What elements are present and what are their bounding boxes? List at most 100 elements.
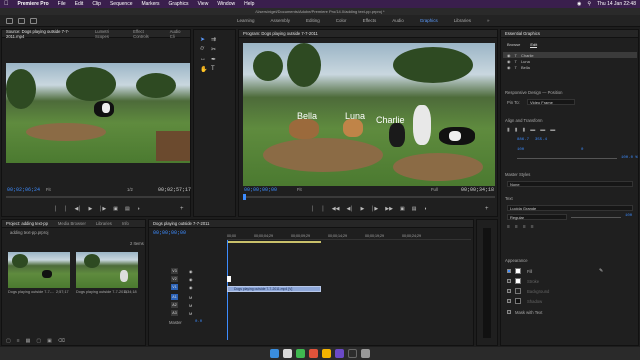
source-timecode-in[interactable]: 00;02;06;24 bbox=[7, 187, 40, 193]
tab-sequence[interactable]: Dogs playing outside 7-7-2011 bbox=[153, 221, 210, 226]
trash-icon[interactable]: ⌫ bbox=[58, 338, 65, 344]
fill-swatch[interactable] bbox=[515, 268, 521, 274]
mark-out-icon[interactable]: │ bbox=[64, 206, 67, 212]
program-timecode-in[interactable]: 00;00;00;00 bbox=[244, 187, 277, 193]
add-button-icon[interactable]: + bbox=[485, 206, 489, 212]
tab-effect-controls[interactable]: Effect Controls bbox=[133, 29, 160, 39]
workspace-learning[interactable]: Learning bbox=[237, 18, 255, 23]
menu-clip[interactable]: Clip bbox=[92, 1, 101, 7]
export-icon[interactable] bbox=[30, 17, 37, 24]
eye-icon[interactable]: ◉ bbox=[189, 277, 193, 282]
workspace-assembly[interactable]: Assembly bbox=[271, 18, 291, 23]
hand-tool-icon[interactable]: ✋ bbox=[200, 66, 208, 73]
workspace-color[interactable]: Color bbox=[336, 18, 347, 23]
shadow-swatch[interactable] bbox=[515, 298, 521, 304]
timeline-ruler[interactable]: 00;00 00;00;04;29 00;00;09;29 00;00;14;2… bbox=[227, 230, 471, 240]
track-target-a3[interactable]: A3 bbox=[171, 310, 178, 316]
track-target-v2[interactable]: V2 bbox=[171, 276, 178, 282]
program-zoom-select[interactable]: Fit bbox=[297, 187, 302, 192]
font-select[interactable]: Lucida Grande bbox=[507, 205, 633, 211]
razor-tool-icon[interactable]: ✂ bbox=[211, 46, 219, 53]
search-icon[interactable]: ⚲ bbox=[587, 1, 591, 7]
align-center-icon[interactable]: ▮ bbox=[515, 127, 518, 133]
text-justify-icon[interactable]: ≡ bbox=[531, 224, 534, 230]
tab-info[interactable]: Info bbox=[122, 221, 129, 226]
source-resolution-select[interactable]: 1/2 bbox=[127, 187, 133, 192]
text-align-center-icon[interactable]: ≡ bbox=[515, 224, 518, 230]
menu-file[interactable]: File bbox=[58, 1, 66, 7]
home-icon[interactable] bbox=[6, 17, 13, 24]
export-frame-icon[interactable]: ◑ bbox=[137, 206, 140, 212]
tab-libraries[interactable]: Libraries bbox=[96, 221, 112, 226]
font-size-slider[interactable] bbox=[571, 217, 621, 218]
selection-tool-icon[interactable]: ➤ bbox=[200, 36, 208, 43]
export-frame-icon[interactable]: ◑ bbox=[423, 206, 426, 212]
app-menu[interactable]: Premiere Pro bbox=[18, 1, 49, 7]
wifi-icon[interactable]: ◉ bbox=[577, 1, 581, 7]
messages-icon[interactable] bbox=[296, 349, 305, 358]
font-style-select[interactable]: Regular bbox=[507, 214, 567, 220]
position-y[interactable]: 355.4 bbox=[535, 138, 547, 142]
eye-icon[interactable]: ◉ bbox=[189, 285, 193, 290]
program-playhead[interactable] bbox=[243, 194, 246, 200]
workspace-effects[interactable]: Effects bbox=[363, 18, 377, 23]
step-back-icon[interactable]: ◀│ bbox=[74, 206, 81, 212]
project-thumbnail[interactable] bbox=[76, 252, 138, 288]
rotation-value[interactable]: 0 bbox=[581, 148, 583, 152]
align-right-icon[interactable]: ▮ bbox=[523, 127, 526, 133]
align-top-icon[interactable]: ▬ bbox=[530, 127, 535, 133]
notes-icon[interactable] bbox=[322, 349, 331, 358]
overwrite-icon[interactable]: ▤ bbox=[125, 206, 130, 212]
mask-checkbox[interactable] bbox=[507, 310, 511, 314]
menu-graphics[interactable]: Graphics bbox=[169, 1, 189, 7]
pen-tool-icon[interactable]: ✒ bbox=[211, 56, 219, 63]
play-icon[interactable]: ▶ bbox=[360, 206, 364, 212]
music-icon[interactable] bbox=[309, 349, 318, 358]
timeline-timecode[interactable]: 00;00;00;00 bbox=[153, 230, 186, 236]
menu-window[interactable]: Window bbox=[217, 1, 235, 7]
trash-icon[interactable] bbox=[361, 349, 370, 358]
fill-checkbox[interactable] bbox=[507, 269, 511, 273]
new-item-icon[interactable]: ▣ bbox=[47, 338, 52, 344]
tab-media-browser[interactable]: Media Browser bbox=[58, 221, 86, 226]
finder-icon[interactable] bbox=[270, 349, 279, 358]
source-zoom-select[interactable]: Fit bbox=[46, 187, 51, 192]
track-target-v1[interactable]: V1 bbox=[171, 284, 178, 290]
background-checkbox[interactable] bbox=[507, 289, 511, 293]
shadow-checkbox[interactable] bbox=[507, 299, 511, 303]
background-swatch[interactable] bbox=[515, 288, 521, 294]
workspace-editing[interactable]: Editing bbox=[306, 18, 320, 23]
align-middle-icon[interactable]: ▬ bbox=[540, 127, 545, 133]
go-to-in-icon[interactable]: ◀◀ bbox=[332, 206, 340, 212]
work-area-bar[interactable] bbox=[227, 241, 321, 243]
apple-icon[interactable]:  bbox=[4, 1, 9, 7]
tab-program[interactable]: Program: Dogs playing outside 7-7-2011 bbox=[243, 31, 318, 36]
mark-out-icon[interactable]: │ bbox=[322, 206, 325, 212]
opacity-value[interactable]: 100.0 % bbox=[621, 156, 638, 160]
program-video-frame[interactable]: Bella Luna Charlie bbox=[243, 43, 495, 186]
project-thumbnail[interactable] bbox=[8, 252, 70, 288]
import-icon[interactable] bbox=[18, 17, 25, 24]
go-to-out-icon[interactable]: ▶▶ bbox=[385, 206, 393, 212]
font-size-value[interactable]: 100 bbox=[625, 214, 632, 218]
type-tool-icon[interactable]: T bbox=[211, 66, 219, 73]
caption-charlie[interactable]: Charlie bbox=[376, 115, 405, 125]
tab-audio-clip[interactable]: Audio Cli bbox=[170, 29, 186, 39]
extract-icon[interactable]: ▤ bbox=[412, 206, 417, 212]
tab-source[interactable]: Source: Dogs playing outside 7-7-2011.mp… bbox=[6, 29, 85, 39]
video-clip[interactable]: Dogs playing outside 7-7-2011.mp4 [V] bbox=[227, 286, 321, 292]
tab-browse[interactable]: Browse bbox=[507, 42, 520, 48]
track-target-a2[interactable]: A2 bbox=[171, 302, 178, 308]
more-workspaces-icon[interactable]: » bbox=[487, 18, 490, 23]
lock-icon[interactable]: ▢ bbox=[6, 338, 11, 344]
step-back-icon[interactable]: ◀│ bbox=[346, 206, 353, 212]
step-forward-icon[interactable]: │▶ bbox=[99, 206, 106, 212]
mute-icon[interactable]: M bbox=[189, 295, 192, 300]
master-style-select[interactable]: None bbox=[507, 181, 633, 187]
eye-icon[interactable]: ◉ bbox=[507, 59, 511, 64]
add-button-icon[interactable]: + bbox=[180, 206, 184, 212]
menu-edit[interactable]: Edit bbox=[75, 1, 84, 7]
mark-in-icon[interactable]: │ bbox=[54, 206, 57, 212]
terminal-icon[interactable] bbox=[348, 349, 357, 358]
align-left-icon[interactable]: ▮ bbox=[507, 127, 510, 133]
